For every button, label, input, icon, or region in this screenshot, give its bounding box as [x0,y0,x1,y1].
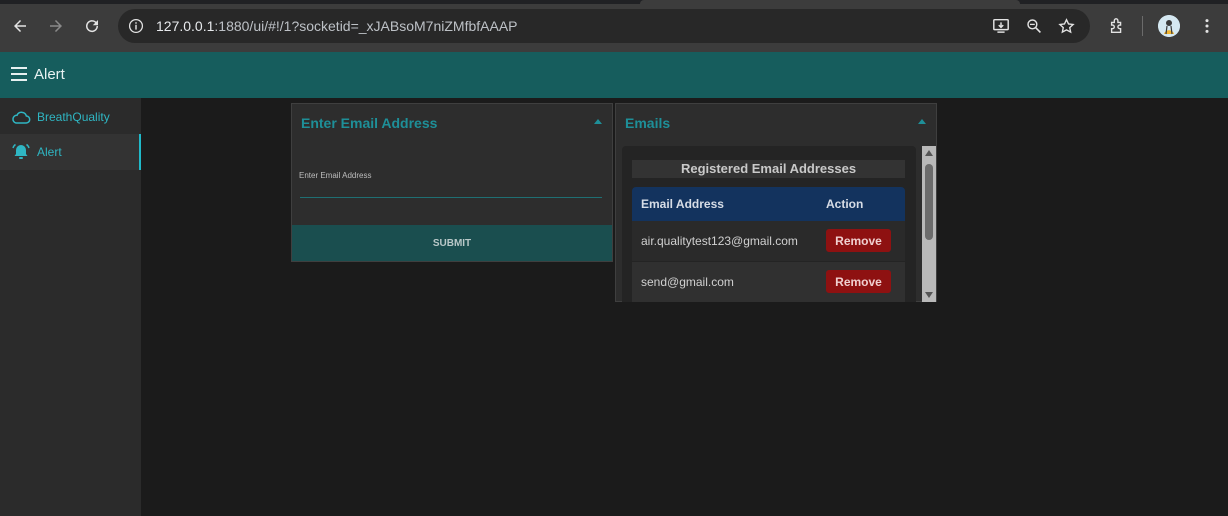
scroll-up-arrow-icon[interactable] [925,150,933,156]
sidebar: BreathQuality Alert [0,98,141,516]
back-arrow-icon[interactable] [8,14,32,38]
email-field-underline [300,197,602,198]
hamburger-menu-icon[interactable] [11,67,27,81]
site-info-icon[interactable] [126,16,146,36]
url-path: :1880/ui/#!/1?socketid=_xJABsoM7niZMfbfA… [214,18,518,34]
email-cell: send@gmail.com [641,275,734,289]
table-row: send@gmail.com Remove [632,262,905,302]
bookmark-star-icon[interactable] [1057,17,1075,35]
browser-toolbar: 127.0.0.1:1880/ui/#!/1?socketid=_xJABsoM… [0,0,1228,52]
emails-card: Emails Registered Email Addresses Email … [615,103,937,302]
reload-icon[interactable] [80,14,104,38]
card-title: Emails [625,115,671,131]
email-field[interactable] [300,182,602,196]
sidebar-item-label: Alert [37,145,62,159]
submit-button[interactable]: SUBMIT [292,225,612,261]
email-cell: air.qualitytest123@gmail.com [641,234,798,248]
install-app-icon[interactable] [992,17,1010,35]
collapse-chevron-icon[interactable] [594,119,602,124]
toolbar-divider [1142,16,1143,36]
more-menu-icon[interactable] [1195,14,1219,38]
zoom-icon[interactable] [1025,17,1043,35]
table-row: air.qualitytest123@gmail.com Remove [632,221,905,261]
sidebar-item-label: BreathQuality [37,110,110,124]
collapse-chevron-icon[interactable] [918,119,926,124]
email-field-label: Enter Email Address [299,171,372,180]
active-tab[interactable] [640,0,1020,4]
column-header-action: Action [826,197,864,211]
card-title: Enter Email Address [301,115,438,131]
emails-table-container: Registered Email Addresses Email Address… [622,146,916,302]
app-header: Alert [0,52,1228,98]
tab-strip [0,0,1228,4]
cloud-icon [11,108,31,126]
table-header: Email Address Action [632,187,905,221]
url-text[interactable]: 127.0.0.1:1880/ui/#!/1?socketid=_xJABsoM… [156,18,518,34]
bell-alarm-icon [11,143,31,161]
address-bar[interactable]: 127.0.0.1:1880/ui/#!/1?socketid=_xJABsoM… [118,9,1090,43]
scroll-down-arrow-icon[interactable] [925,292,933,298]
extensions-icon[interactable] [1105,14,1129,38]
forward-arrow-icon[interactable] [44,14,68,38]
scrollbar-thumb[interactable] [925,164,933,240]
remove-button[interactable]: Remove [826,270,891,293]
sidebar-item-breathquality[interactable]: BreathQuality [0,99,141,135]
scrollbar[interactable] [922,146,936,302]
table-title: Registered Email Addresses [632,160,905,178]
sidebar-item-alert[interactable]: Alert [0,134,141,170]
profile-avatar[interactable] [1158,15,1180,37]
remove-button[interactable]: Remove [826,229,891,252]
email-form-card: Enter Email Address Enter Email Address … [291,103,613,262]
url-host: 127.0.0.1 [156,18,215,34]
column-header-email: Email Address [641,197,724,211]
page-title: Alert [34,66,65,83]
